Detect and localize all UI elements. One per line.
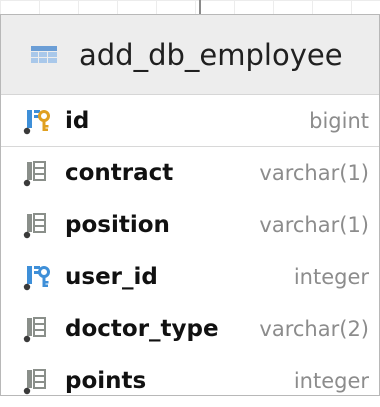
- column-name: user_id: [65, 264, 158, 290]
- table-header[interactable]: add_db_employee: [1, 15, 379, 95]
- column-row-user-id[interactable]: user_id integer: [1, 251, 379, 303]
- column-type: varchar(1): [259, 213, 369, 237]
- column-name: contract: [65, 160, 174, 186]
- column-type: varchar(2): [259, 317, 369, 341]
- column-row-doctor-type[interactable]: doctor_type varchar(2): [1, 303, 379, 355]
- column-icon: [23, 317, 46, 343]
- column-row-points[interactable]: points integer: [1, 355, 379, 407]
- table-icon: [31, 45, 57, 63]
- column-icon: [23, 369, 46, 395]
- column-name: doctor_type: [65, 316, 219, 342]
- column-icon: [23, 213, 46, 239]
- foreign-key-column-icon: [23, 266, 50, 291]
- column-row-position[interactable]: position varchar(1): [1, 199, 379, 251]
- column-type: integer: [293, 265, 369, 289]
- table-name: add_db_employee: [79, 37, 343, 72]
- table-node[interactable]: add_db_employee id bigint contract varch…: [0, 14, 380, 396]
- column-icon: [23, 161, 46, 187]
- column-name: position: [65, 212, 170, 238]
- column-name: id: [65, 107, 90, 134]
- column-row-contract[interactable]: contract varchar(1): [1, 147, 379, 199]
- column-type: varchar(1): [259, 161, 369, 185]
- column-name: points: [65, 368, 147, 394]
- column-row-id[interactable]: id bigint: [1, 95, 379, 147]
- primary-key-column-icon: [23, 109, 50, 134]
- column-type: bigint: [309, 108, 369, 133]
- column-type: integer: [293, 369, 369, 393]
- relationship-connector-line: [199, 0, 201, 14]
